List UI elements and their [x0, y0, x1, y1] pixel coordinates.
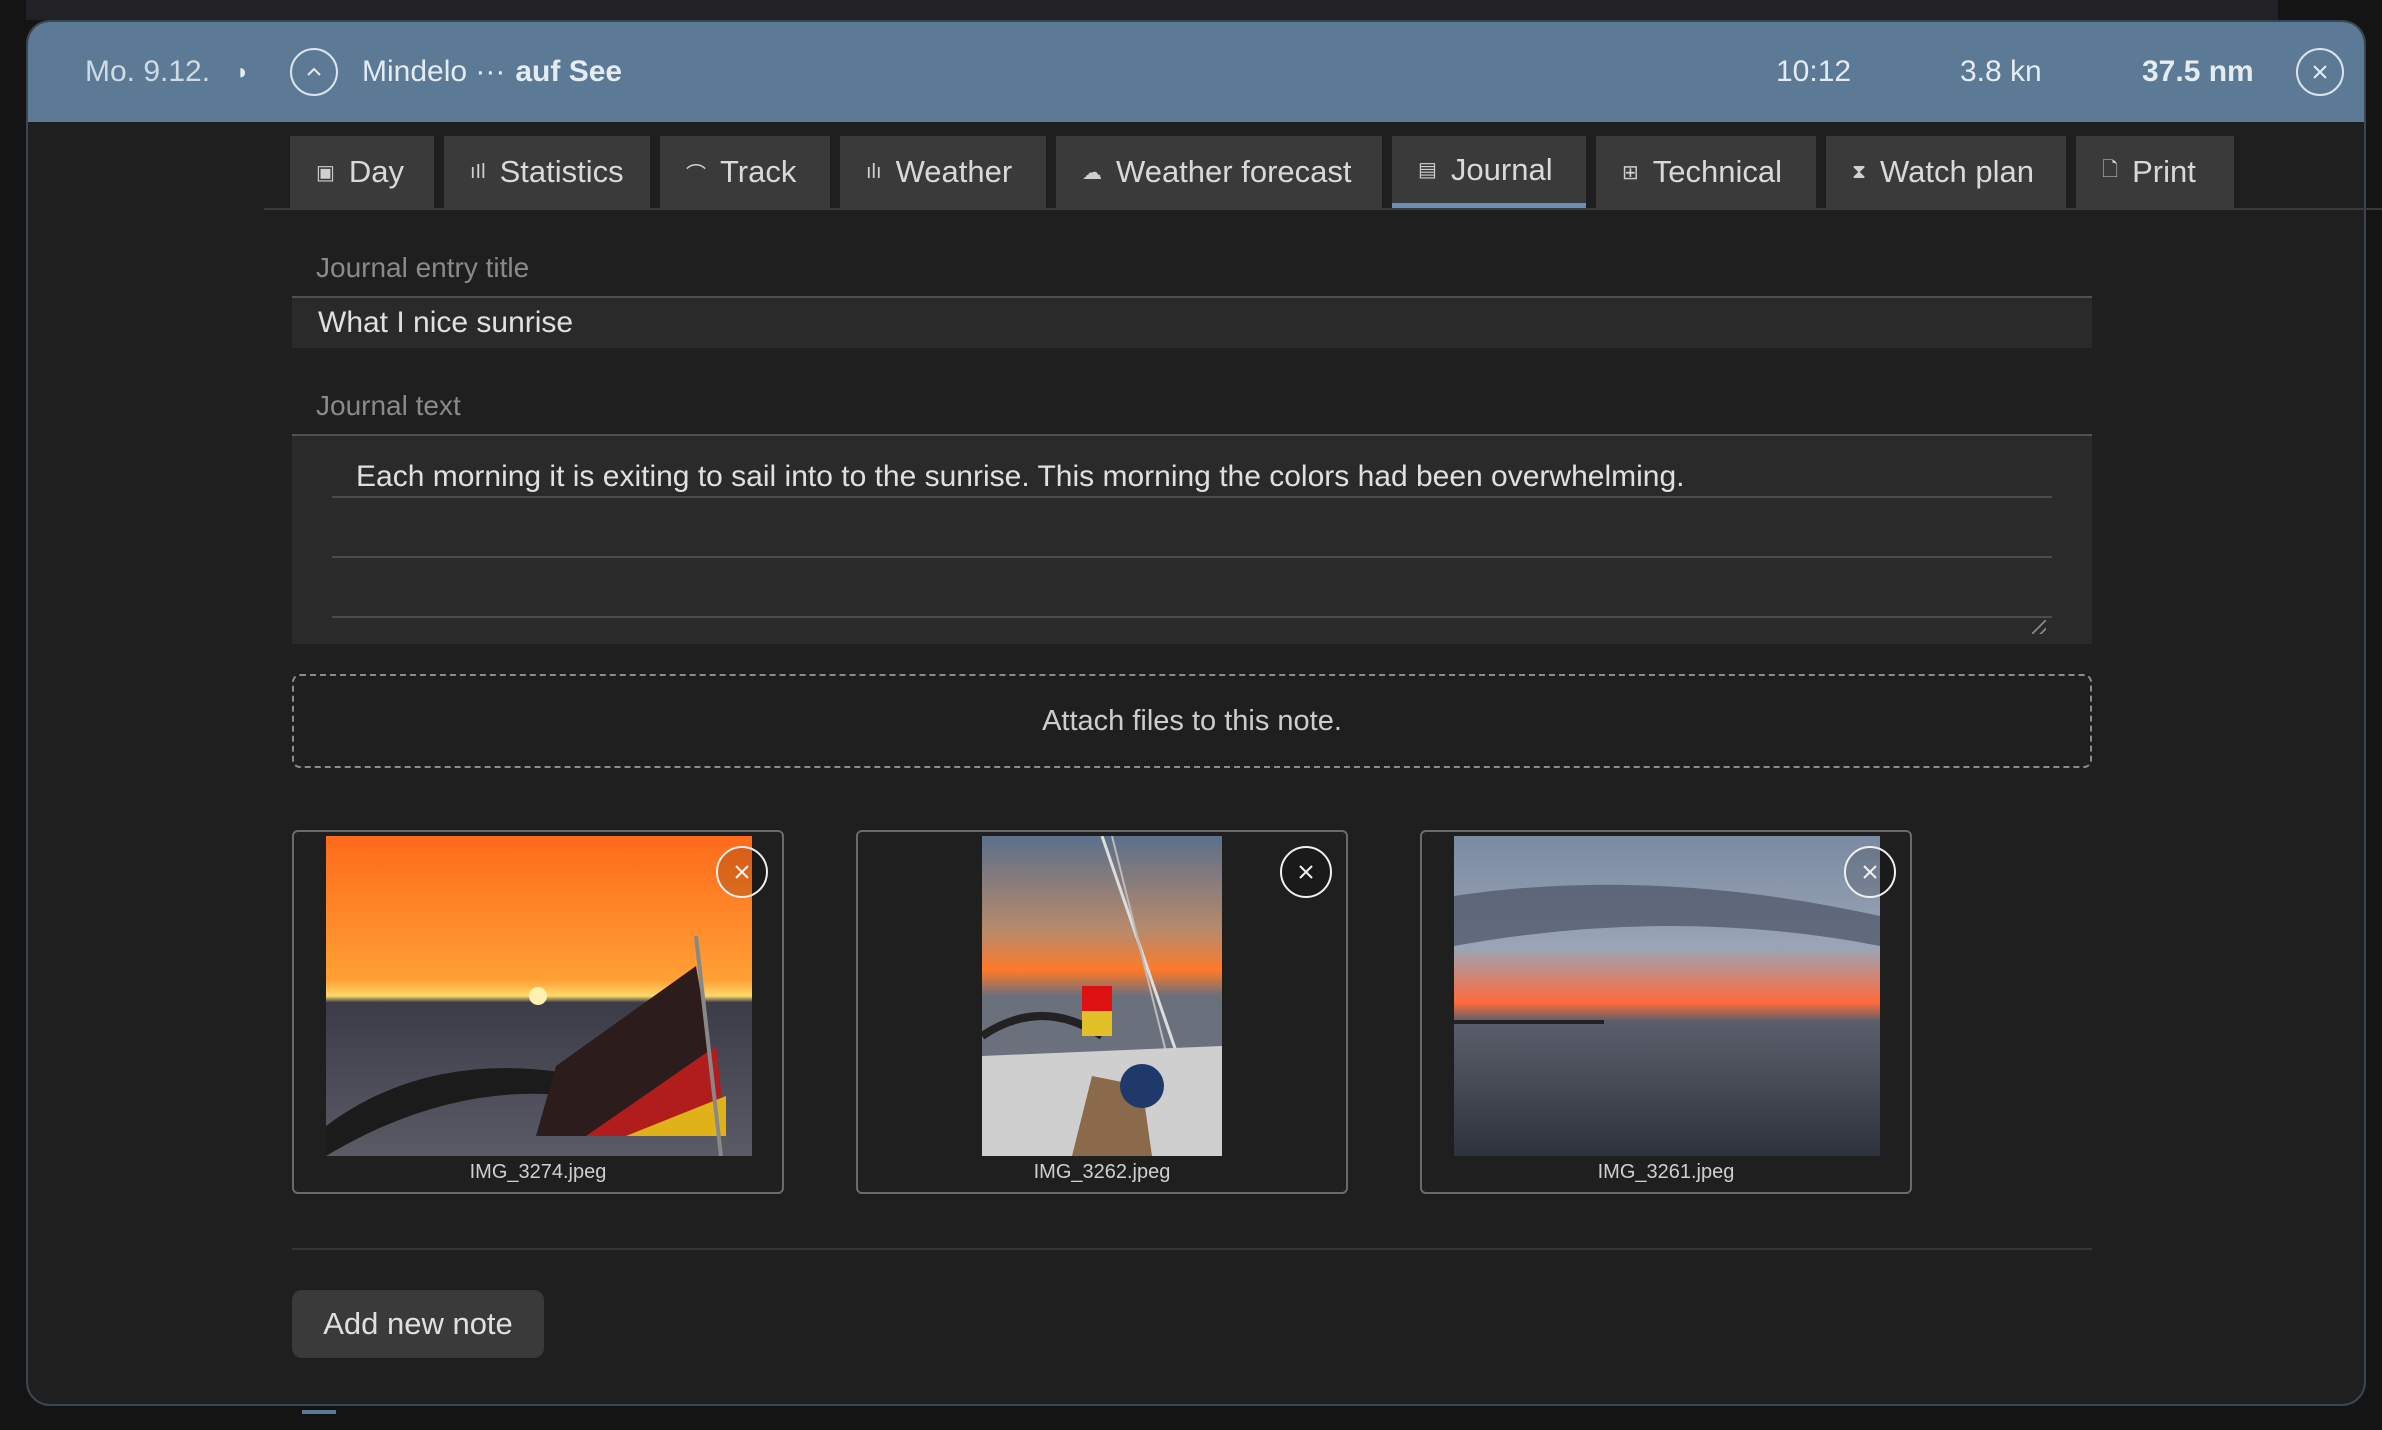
text-line [332, 616, 2052, 618]
tab-journal[interactable]: ▤ Journal [1392, 136, 1586, 208]
route-status: auf See [515, 55, 623, 88]
tab-track[interactable]: ⌒ Track [660, 136, 830, 208]
close-icon [1863, 865, 1877, 879]
horizon-photo [1454, 836, 1880, 1156]
tab-watch-plan[interactable]: ⧗ Watch plan [1826, 136, 2066, 208]
weather-chart-icon: ılı [866, 160, 882, 183]
document-icon: 🗋 [2102, 159, 2119, 181]
close-button[interactable] [2296, 48, 2344, 96]
speed-label: 3.8 kn [1960, 55, 2042, 88]
attachment-filename: IMG_3274.jpeg [469, 1161, 607, 1183]
remove-attachment-button[interactable] [1280, 846, 1332, 898]
attachment-filename: IMG_3261.jpeg [1597, 1161, 1735, 1183]
tab-label: Technical [1652, 154, 1783, 189]
half-circle-icon: ◗ [236, 59, 250, 84]
journal-text-value: Each morning it is exiting to sail into … [356, 460, 1685, 493]
tab-statistics[interactable]: ıIl Statistics [444, 136, 650, 208]
tab-technical[interactable]: ⊞ Technical [1596, 136, 1816, 208]
tab-label: Weather [895, 154, 1013, 189]
tab-weather-forecast[interactable]: ☁ Weather forecast [1056, 136, 1382, 208]
tab-label: Weather forecast [1116, 154, 1352, 189]
collapse-button[interactable] [290, 48, 338, 96]
tab-label: Watch plan [1880, 154, 2034, 189]
calendar-icon: ▣ [316, 161, 335, 184]
chevron-up-icon [307, 67, 321, 76]
tab-print[interactable]: 🗋 Print [2076, 136, 2234, 208]
route-from: Mindelo ··· [362, 55, 506, 88]
sunset-photo [326, 836, 752, 1156]
date-label: Mo. 9.12. [85, 55, 211, 88]
scroll-indicator [302, 1410, 336, 1414]
tab-label: Day [348, 154, 405, 189]
collapse-button-wrap [290, 22, 338, 122]
tab-label: Print [2132, 154, 2196, 189]
cloud-sun-icon: ☁ [1082, 161, 1102, 184]
text-line [332, 556, 2052, 558]
hourglass-icon: ⧗ [1852, 160, 1867, 183]
modal-header: Mo. 9.12. ◗ Mindelo ··· auf See 10:12 3.… [28, 22, 2364, 122]
track-icon: ⌒ [686, 163, 706, 186]
close-icon [1299, 865, 1313, 879]
close-icon [2313, 65, 2327, 79]
remove-attachment-button[interactable] [716, 846, 768, 898]
tab-day[interactable]: ▣ Day [290, 136, 434, 208]
attachment-card: IMG_3261.jpeg [1420, 830, 1912, 1194]
journal-icon: ▤ [1418, 159, 1437, 181]
section-divider [292, 1248, 2092, 1250]
tab-weather[interactable]: ılı Weather [840, 136, 1046, 208]
resize-handle[interactable] [2032, 620, 2046, 634]
text-field-label: Journal text [316, 390, 461, 421]
tab-label: Journal [1450, 151, 1553, 187]
route: Mindelo ··· auf See [362, 22, 622, 122]
journal-textarea[interactable]: Each morning it is exiting to sail into … [292, 434, 2092, 644]
title-field-label: Journal entry title [316, 252, 530, 283]
close-button-wrap [2296, 22, 2344, 122]
bar-chart-icon: ıIl [470, 160, 486, 183]
title-input[interactable]: What I nice sunrise [292, 296, 2092, 348]
close-icon [735, 865, 749, 879]
time-label: 10:12 [1776, 55, 1852, 88]
attachment-card: IMG_3262.jpeg [856, 830, 1348, 1194]
attach-dropzone[interactable]: Attach files to this note. [292, 674, 2092, 768]
distance-label: 37.5 nm [2142, 55, 2254, 88]
text-line [332, 496, 2052, 498]
remove-attachment-button[interactable] [1844, 846, 1896, 898]
tab-bar: ▣ Day ıIl Statistics ⌒ Track ılı Weather… [290, 136, 2382, 230]
attachment-filename: IMG_3262.jpeg [1033, 1161, 1171, 1183]
technical-icon: ⊞ [1622, 161, 1639, 184]
attachment-card: IMG_3274.jpeg [292, 830, 784, 1194]
window-top-strip [26, 0, 2278, 20]
sailboat-photo [982, 836, 1222, 1156]
add-note-button[interactable]: Add new note [292, 1290, 544, 1358]
tab-label: Track [720, 154, 797, 189]
tab-label: Statistics [499, 154, 624, 189]
